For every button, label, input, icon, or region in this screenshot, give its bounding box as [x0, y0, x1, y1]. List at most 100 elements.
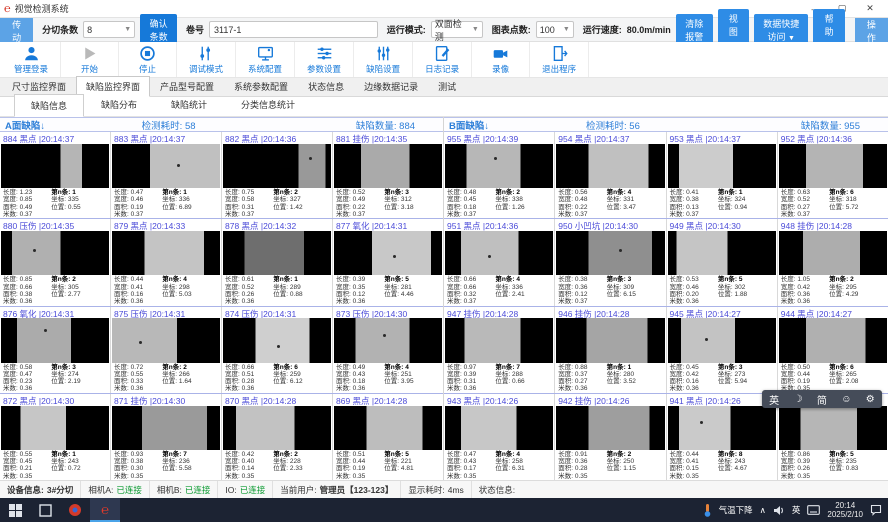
defect-cell[interactable]: 875 压伤 |20:14:31长度: 0.72宽度: 0.55面积: 0.33… [111, 307, 222, 393]
ime-settings-gear-icon[interactable]: ⚙ [866, 394, 875, 405]
defect-cell[interactable]: 949 黑点 |20:14:30长度: 0.53宽度: 0.46面积: 0.20… [667, 219, 778, 305]
tab-edge-data-record[interactable]: 边缘数据记录 [354, 76, 428, 96]
defect-cell[interactable]: 871 挂伤 |20:14:30长度: 0.93宽度: 0.38面积: 0.30… [111, 394, 222, 480]
clear-alarm-button[interactable]: 清除报警 [676, 14, 713, 46]
defect-cell[interactable]: 953 黑点 |20:14:37长度: 0.41宽度: 0.38面积: 0.13… [667, 132, 778, 218]
defect-cell[interactable]: 952 黑点 |20:14:36长度: 0.63宽度: 0.52面积: 0.27… [778, 132, 888, 218]
defect-thumbnail[interactable] [668, 144, 776, 188]
taskbar-clock[interactable]: 20:142025/2/10 [827, 501, 863, 519]
defect-thumbnail[interactable] [334, 318, 442, 362]
defect-thumbnail[interactable] [112, 318, 220, 362]
defect-thumbnail[interactable] [779, 318, 887, 362]
tab-test[interactable]: 测试 [428, 76, 466, 96]
thermometer-icon[interactable] [703, 503, 712, 517]
defect-cell[interactable]: 955 黑点 |20:14:39长度: 0.48宽度: 0.45面积: 0.18… [444, 132, 555, 218]
defect-cell[interactable]: 880 压伤 |20:14:35长度: 0.85宽度: 0.66面积: 0.38… [0, 219, 111, 305]
defect-cell[interactable]: 879 黑点 |20:14:33长度: 0.44宽度: 0.41面积: 0.16… [111, 219, 222, 305]
defect-thumbnail[interactable] [445, 406, 553, 450]
drive-side-button[interactable]: 传动侧 [0, 18, 33, 42]
subtab-class-info-statistics[interactable]: 分类信息统计 [224, 93, 312, 116]
hidden-icons-chevron[interactable]: ∧ [760, 505, 766, 516]
defect-cell[interactable]: 942 挂伤 |20:14:26长度: 0.91宽度: 0.36面积: 0.28… [555, 394, 666, 480]
taskbar-app-inspection[interactable]: ℮ [90, 498, 120, 522]
defect-thumbnail[interactable] [668, 231, 776, 275]
defect-thumbnail[interactable] [779, 231, 887, 275]
operator-side-button[interactable]: 操作侧 [855, 18, 888, 42]
admin-login-button[interactable]: 管理登录 [2, 42, 61, 77]
defect-thumbnail[interactable] [445, 318, 553, 362]
defect-thumbnail[interactable] [668, 318, 776, 362]
defect-thumbnail[interactable] [1, 406, 109, 450]
defect-thumbnail[interactable] [223, 144, 331, 188]
defect-cell[interactable]: 946 挂伤 |20:14:28长度: 0.88宽度: 0.37面积: 0.27… [555, 307, 666, 393]
close-button[interactable]: ✕ [856, 0, 884, 17]
defect-cell[interactable]: 943 黑点 |20:14:26长度: 0.47宽度: 0.43面积: 0.17… [444, 394, 555, 480]
subtab-defect-statistics[interactable]: 缺陷统计 [154, 93, 224, 116]
defect-cell[interactable]: 881 挂伤 |20:14:35长度: 0.52宽度: 0.49面积: 0.22… [333, 132, 443, 218]
defect-cell[interactable]: 882 黑点 |20:14:36长度: 0.75宽度: 0.58面积: 0.31… [222, 132, 333, 218]
defect-thumbnail[interactable] [445, 231, 553, 275]
taskbar-app-browser[interactable] [60, 498, 90, 522]
defect-thumbnail[interactable] [112, 406, 220, 450]
defect-thumbnail[interactable] [556, 231, 664, 275]
defect-cell[interactable]: 951 黑点 |20:14:36长度: 0.66宽度: 0.66面积: 0.32… [444, 219, 555, 305]
defect-thumbnail[interactable] [668, 406, 776, 450]
defect-thumbnail[interactable] [556, 144, 664, 188]
defect-cell[interactable]: 954 黑点 |20:14:37长度: 0.56宽度: 0.48面积: 0.22… [555, 132, 666, 218]
tab-size-monitor[interactable]: 尺寸监控界面 [2, 76, 76, 96]
stop-button[interactable]: 停止 [119, 42, 177, 77]
exit-program-button[interactable]: 退出程序 [530, 42, 589, 77]
defect-thumbnail[interactable] [334, 406, 442, 450]
confirm-count-button[interactable]: 确认条数 [140, 14, 177, 46]
defect-thumbnail[interactable] [112, 144, 220, 188]
ime-simplified-toggle[interactable]: 简 [817, 392, 827, 407]
defect-thumbnail[interactable] [556, 406, 664, 450]
defect-cell[interactable]: 877 氧化 |20:14:31长度: 0.39宽度: 0.35面积: 0.12… [333, 219, 443, 305]
defect-cell[interactable]: 874 压伤 |20:14:31长度: 0.66宽度: 0.51面积: 0.28… [222, 307, 333, 393]
subtab-defect-distribution[interactable]: 缺陷分布 [84, 93, 154, 116]
defect-cell[interactable]: 872 黑点 |20:14:30长度: 0.55宽度: 0.45面积: 0.21… [0, 394, 111, 480]
ime-emoji-icon[interactable]: ☺ [841, 394, 851, 405]
defect-thumbnail[interactable] [223, 318, 331, 362]
roll-number-input[interactable] [209, 21, 378, 38]
touch-keyboard-icon[interactable] [807, 505, 820, 515]
defect-cell[interactable]: 944 黑点 |20:14:27长度: 0.50宽度: 0.44面积: 0.19… [778, 307, 888, 393]
task-view-button[interactable] [30, 498, 60, 522]
defect-cell[interactable]: 950 小凹坑 |20:14:30长度: 0.38宽度: 0.36面积: 0.1… [555, 219, 666, 305]
start-button[interactable]: 开始 [61, 42, 119, 77]
start-button[interactable] [0, 498, 30, 522]
system-config-button[interactable]: 系统配置 [236, 42, 295, 77]
defect-thumbnail[interactable] [556, 318, 664, 362]
parameter-settings-button[interactable]: 参数设置 [295, 42, 354, 77]
defect-cell[interactable]: 945 黑点 |20:14:27长度: 0.45宽度: 0.42面积: 0.16… [667, 307, 778, 393]
defect-cell[interactable]: 878 黑点 |20:14:32长度: 0.61宽度: 0.52面积: 0.26… [222, 219, 333, 305]
defect-cell[interactable]: 947 挂伤 |20:14:28长度: 0.97宽度: 0.39面积: 0.31… [444, 307, 555, 393]
ime-language-bar[interactable]: 英 ☽ 简 ☺ ⚙ [762, 390, 882, 408]
run-mode-dropdown[interactable]: 双面检测 ▼ [431, 21, 483, 38]
defect-cell[interactable]: 873 压伤 |20:14:30长度: 0.49宽度: 0.43面积: 0.18… [333, 307, 443, 393]
debug-mode-button[interactable]: 调试模式 [177, 42, 236, 77]
slit-count-dropdown[interactable]: 8 ▼ [83, 21, 135, 38]
defect-cell[interactable]: 884 黑点 |20:14:37长度: 1.23宽度: 0.85面积: 0.49… [0, 132, 111, 218]
subtab-defect-info[interactable]: 缺陷信息 [14, 94, 84, 117]
defect-thumbnail[interactable] [334, 231, 442, 275]
weather-text[interactable]: 气温下降 [719, 504, 753, 516]
input-language-indicator[interactable]: 英 [792, 504, 801, 516]
notification-center-icon[interactable] [870, 504, 882, 516]
defect-thumbnail[interactable] [779, 406, 887, 450]
defect-thumbnail[interactable] [1, 144, 109, 188]
ime-moon-icon[interactable]: ☽ [794, 394, 803, 405]
defect-cell[interactable]: 869 黑点 |20:14:28长度: 0.51宽度: 0.44面积: 0.19… [333, 394, 443, 480]
defect-cell[interactable]: 883 黑点 |20:14:37长度: 0.47宽度: 0.46面积: 0.19… [111, 132, 222, 218]
panel-b-title[interactable]: B面缺陷↓ [444, 118, 586, 132]
log-record-button[interactable]: 日志记录 [413, 42, 472, 77]
defect-thumbnail[interactable] [112, 231, 220, 275]
volume-icon[interactable] [773, 505, 785, 516]
defect-cell[interactable]: 870 黑点 |20:14:28长度: 0.42宽度: 0.40面积: 0.14… [222, 394, 333, 480]
ime-lang-toggle[interactable]: 英 [769, 392, 779, 407]
defect-thumbnail[interactable] [1, 231, 109, 275]
defect-thumbnail[interactable] [223, 406, 331, 450]
defect-thumbnail[interactable] [779, 144, 887, 188]
defect-cell[interactable]: 948 挂伤 |20:14:28长度: 1.05宽度: 0.42面积: 0.36… [778, 219, 888, 305]
data-quick-access-menu-button[interactable]: 数据快捷访问 ▼ [754, 14, 808, 46]
